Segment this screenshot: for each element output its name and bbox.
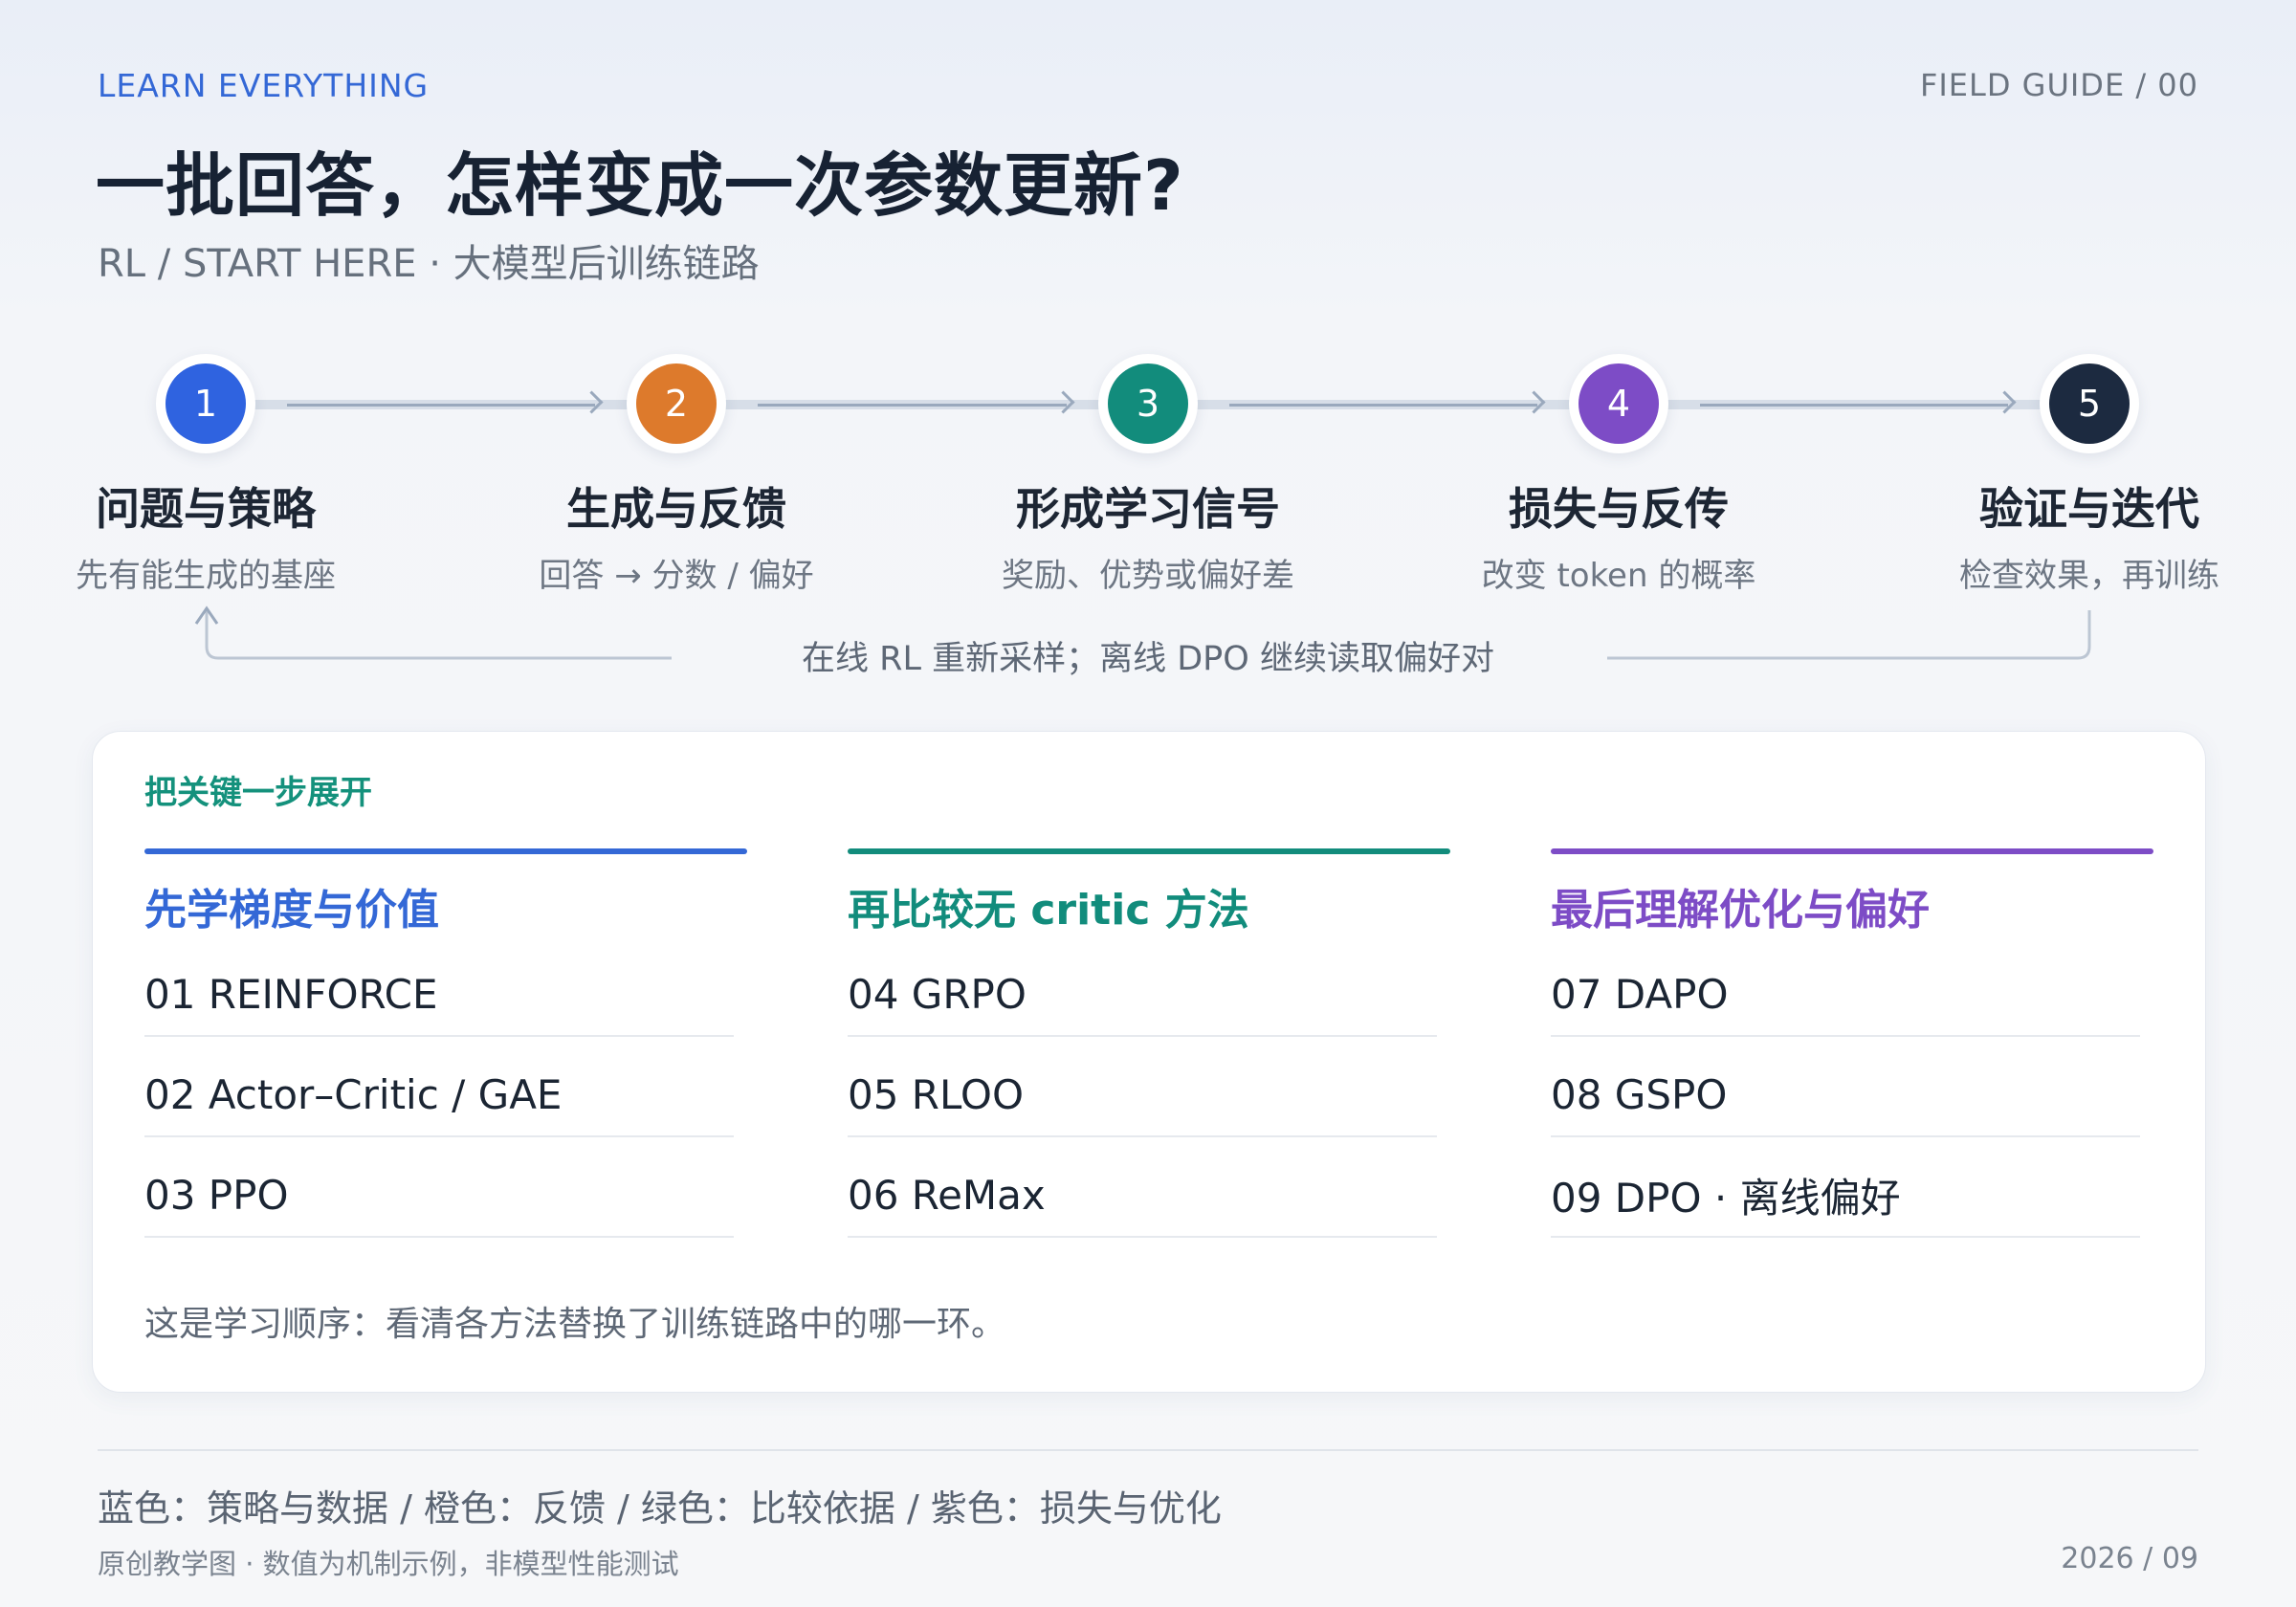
card-title: 把关键一步展开: [144, 774, 372, 812]
loop-note: 在线 RL 重新采样；离线 DPO 继续读取偏好对: [802, 640, 1494, 678]
page-subtitle: RL / START HERE · 大模型后训练链路: [98, 242, 760, 286]
step-title: 生成与反馈: [566, 483, 786, 535]
column-accent-bar: [848, 848, 1450, 854]
method-item: 02 Actor–Critic / GAE: [144, 1037, 734, 1137]
page-title: 一批回答，怎样变成一次参数更新?: [96, 145, 1184, 226]
method-column-3: 最后理解优化与偏好 07 DAPO 08 GSPO 09 DPO · 离线偏好: [1551, 848, 2153, 1238]
column-accent-bar: [144, 848, 747, 854]
step-number-badge: 1: [166, 363, 246, 444]
column-title: 最后理解优化与偏好: [1551, 886, 1930, 935]
flow-step-3: 3 形成学习信号 奖励、优势或偏好差: [976, 354, 1320, 596]
flow-step-5: 5 验证与迭代 检查效果，再训练: [1917, 354, 2262, 596]
step-subtitle: 奖励、优势或偏好差: [1002, 557, 1294, 595]
color-legend: 蓝色：策略与数据 / 橙色：反馈 / 绿色：比较依据 / 紫色：损失与优化: [98, 1487, 1222, 1530]
step-badge-ring: 3: [1098, 354, 1198, 453]
step-number-badge: 3: [1108, 363, 1188, 444]
column-title: 先学梯度与价值: [144, 886, 439, 935]
step-title: 形成学习信号: [1016, 483, 1280, 535]
method-item: 08 GSPO: [1551, 1037, 2140, 1137]
credit-note: 原创教学图 · 数值为机制示例，非模型性能测试: [98, 1548, 679, 1580]
card-note: 这是学习顺序：看清各方法替换了训练链路中的哪一环。: [144, 1305, 1006, 1344]
step-subtitle: 先有能生成的基座: [76, 557, 336, 595]
step-title: 问题与策略: [96, 483, 316, 535]
step-number-badge: 4: [1578, 363, 1659, 444]
step-title: 损失与反传: [1509, 483, 1729, 535]
guide-label: FIELD GUIDE / 00: [1919, 67, 2198, 103]
method-item: 01 REINFORCE: [144, 936, 734, 1037]
flow-step-2: 2 生成与反馈 回答 → 分数 / 偏好: [504, 354, 849, 596]
method-column-1: 先学梯度与价值 01 REINFORCE 02 Actor–Critic / G…: [144, 848, 747, 1238]
method-item: 04 GRPO: [848, 936, 1437, 1037]
kicker-label: LEARN EVERYTHING: [98, 67, 430, 104]
flow-step-1: 1 问题与策略 先有能生成的基座: [33, 354, 378, 596]
step-subtitle: 检查效果，再训练: [1959, 557, 2219, 595]
step-title: 验证与迭代: [1979, 483, 2199, 535]
method-item: 07 DAPO: [1551, 936, 2140, 1037]
step-number-badge: 2: [636, 363, 717, 444]
column-accent-bar: [1551, 848, 2153, 854]
step-badge-ring: 2: [627, 354, 726, 453]
step-number-badge: 5: [2049, 363, 2130, 444]
methods-card: 把关键一步展开 先学梯度与价值 01 REINFORCE 02 Actor–Cr…: [92, 731, 2206, 1393]
method-item: 05 RLOO: [848, 1037, 1437, 1137]
method-item: 06 ReMax: [848, 1137, 1437, 1238]
method-item: 03 PPO: [144, 1137, 734, 1238]
step-subtitle: 改变 token 的概率: [1481, 557, 1756, 595]
step-subtitle: 回答 → 分数 / 偏好: [539, 557, 814, 595]
flow-step-4: 4 损失与反传 改变 token 的概率: [1446, 354, 1791, 596]
method-item: 09 DPO · 离线偏好: [1551, 1137, 2140, 1238]
step-badge-ring: 1: [156, 354, 255, 453]
step-badge-ring: 5: [2040, 354, 2139, 453]
date-label: 2026 / 09: [2061, 1542, 2198, 1575]
step-badge-ring: 4: [1569, 354, 1668, 453]
footer-divider: [98, 1449, 2198, 1451]
method-column-2: 再比较无 critic 方法 04 GRPO 05 RLOO 06 ReMax: [848, 848, 1450, 1238]
column-title: 再比较无 critic 方法: [848, 886, 1249, 935]
